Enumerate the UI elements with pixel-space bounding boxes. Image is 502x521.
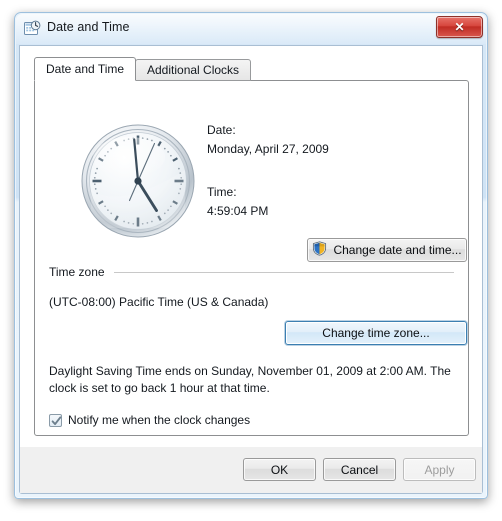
apply-button: Apply (403, 458, 476, 481)
cancel-button[interactable]: Cancel (323, 458, 396, 481)
dialog-footer: OK Cancel Apply (20, 446, 482, 493)
notify-clock-changes-row[interactable]: Notify me when the clock changes (49, 413, 250, 427)
date-value: Monday, April 27, 2009 (207, 142, 329, 156)
tab-label: Date and Time (46, 62, 125, 76)
change-time-zone-label: Change time zone... (322, 326, 430, 340)
ok-button[interactable]: OK (243, 458, 316, 481)
tab-label: Additional Clocks (147, 63, 240, 77)
analog-clock-face (81, 124, 195, 238)
close-button[interactable]: ✕ (436, 16, 483, 38)
ok-label: OK (270, 462, 289, 477)
time-label: Time: (207, 185, 237, 199)
daylight-saving-text: Daylight Saving Time ends on Sunday, Nov… (49, 364, 451, 395)
tab-strip: Date and Time Additional Clocks (34, 57, 469, 81)
change-time-zone-button[interactable]: Change time zone... (285, 321, 467, 345)
notify-clock-changes-label: Notify me when the clock changes (68, 413, 251, 427)
window-title: Date and Time (47, 20, 130, 34)
title-bar: Date and Time ✕ (15, 13, 487, 45)
date-value-block: Monday, April 27, 2009 (207, 142, 329, 156)
change-date-and-time-label: Change date and time... (333, 243, 462, 257)
tab-date-and-time[interactable]: Date and Time (34, 57, 137, 81)
notify-clock-changes-checkbox[interactable] (49, 413, 62, 427)
uac-shield-icon (312, 241, 327, 259)
dialog-client: Date and Time Additional Clocks Date: Mo… (19, 45, 483, 494)
tab-additional-clocks[interactable]: Additional Clocks (135, 59, 252, 81)
close-icon: ✕ (454, 20, 465, 34)
tab-panel-date-and-time: Date: Monday, April 27, 2009 Time: 4:59:… (34, 80, 469, 480)
apply-label: Apply (424, 462, 455, 477)
time-zone-group-title: Time zone (49, 265, 105, 279)
cancel-label: Cancel (340, 462, 379, 477)
screen: Date and Time ✕ Date and Time Additional… (0, 0, 502, 521)
change-date-and-time-button[interactable]: Change date and time... (307, 238, 467, 262)
date-label: Date: (207, 123, 236, 137)
dialog-page: Date and Time Additional Clocks Date: Mo… (20, 46, 482, 480)
date-time-calendar-clock-icon (24, 20, 41, 37)
date-and-time-dialog: Date and Time ✕ Date and Time Additional… (14, 12, 488, 499)
time-value: 4:59:04 PM (207, 204, 269, 218)
time-zone-group-rule (114, 272, 454, 273)
time-label-block: Time: (207, 185, 237, 199)
date-label-block: Date: (207, 123, 236, 137)
time-value-block: 4:59:04 PM (207, 204, 268, 218)
time-zone-value: (UTC-08:00) Pacific Time (US & Canada) (49, 295, 269, 309)
